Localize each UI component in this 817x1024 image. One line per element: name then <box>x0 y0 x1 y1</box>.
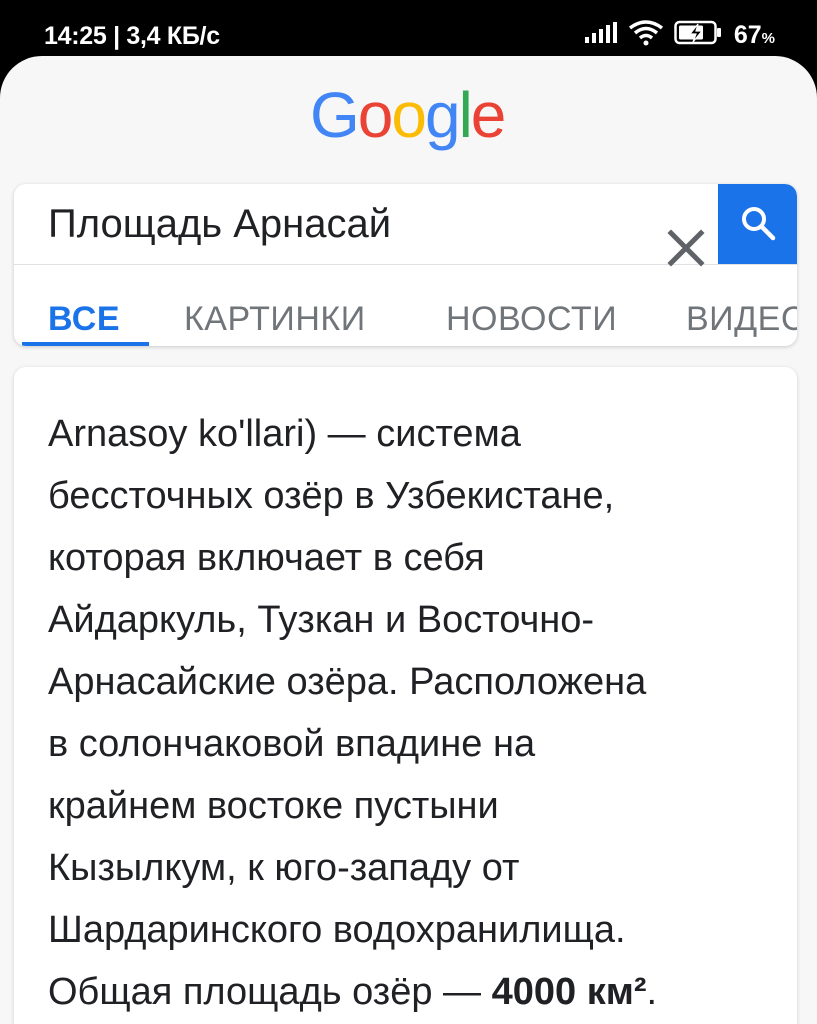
search-input[interactable]: Площадь Арнасай <box>48 202 391 247</box>
logo-letter: G <box>310 79 360 151</box>
search-bar: Площадь Арнасай <box>14 184 797 268</box>
status-bar: 14:25 | 3,4 КБ/с 67% <box>0 0 817 56</box>
snippet-text: Arnasoy ko'llari) — система бессточных о… <box>48 403 778 1023</box>
status-icons: 67% <box>584 20 775 51</box>
search-results-page: Google Площадь Арнасай ВСЕ КАРТИНКИ НОВО… <box>0 56 817 1024</box>
status-time-speed: 14:25 | 3,4 КБ/с <box>44 22 220 50</box>
tab-news[interactable]: НОВОСТИ <box>446 300 617 339</box>
search-tabs: ВСЕ КАРТИНКИ НОВОСТИ ВИДЕС <box>14 264 797 346</box>
area-suffix: . <box>646 971 658 1013</box>
clear-search-button[interactable] <box>666 228 706 268</box>
logo-letter: o <box>357 79 394 151</box>
snippet-line: в солончаковой впадине на <box>48 723 536 765</box>
battery-percent-value: 67 <box>733 21 762 49</box>
search-icon <box>742 207 776 241</box>
snippet-line: крайнем востоке пустыни <box>48 785 499 827</box>
logo-letter: e <box>470 79 507 151</box>
snippet-line: Шардаринского водохранилища. <box>48 909 626 951</box>
signal-icon <box>584 22 618 49</box>
battery-percent-sign: % <box>761 30 775 47</box>
snippet-line: Арнасайские озёра. Расположена <box>48 661 647 703</box>
tab-all[interactable]: ВСЕ <box>48 300 120 339</box>
wifi-icon <box>628 20 664 51</box>
snippet-line: Arnasoy ko'llari) — система <box>48 413 521 455</box>
area-value: 4000 км² <box>491 971 647 1013</box>
search-card: Площадь Арнасай ВСЕ КАРТИНКИ НОВОСТИ ВИД… <box>14 184 797 346</box>
close-icon <box>667 229 705 267</box>
logo-letter: g <box>424 79 461 151</box>
google-logo[interactable]: Google <box>310 83 506 147</box>
battery-percent: 67% <box>734 21 775 50</box>
snippet-line: Кызылкум, к юго-западу от <box>48 847 520 889</box>
snippet-last-line: Общая площадь озёр — 4000 км². <box>48 961 778 1023</box>
logo-letter: o <box>391 79 427 151</box>
tab-video[interactable]: ВИДЕС <box>686 300 797 339</box>
active-tab-indicator <box>22 342 149 346</box>
snippet-line: которая включает в себя <box>48 537 485 579</box>
battery-charging-icon <box>674 20 724 51</box>
area-text: Общая площадь озёр — <box>48 971 492 1013</box>
search-button[interactable] <box>718 184 797 264</box>
featured-snippet-card: Arnasoy ko'llari) — система бессточных о… <box>14 367 797 1024</box>
snippet-line: Айдаркуль, Тузкан и Восточно- <box>48 599 595 641</box>
logo-letter: l <box>458 79 473 151</box>
tab-images[interactable]: КАРТИНКИ <box>184 300 366 339</box>
snippet-line: бессточных озёр в Узбекистане, <box>48 475 615 517</box>
